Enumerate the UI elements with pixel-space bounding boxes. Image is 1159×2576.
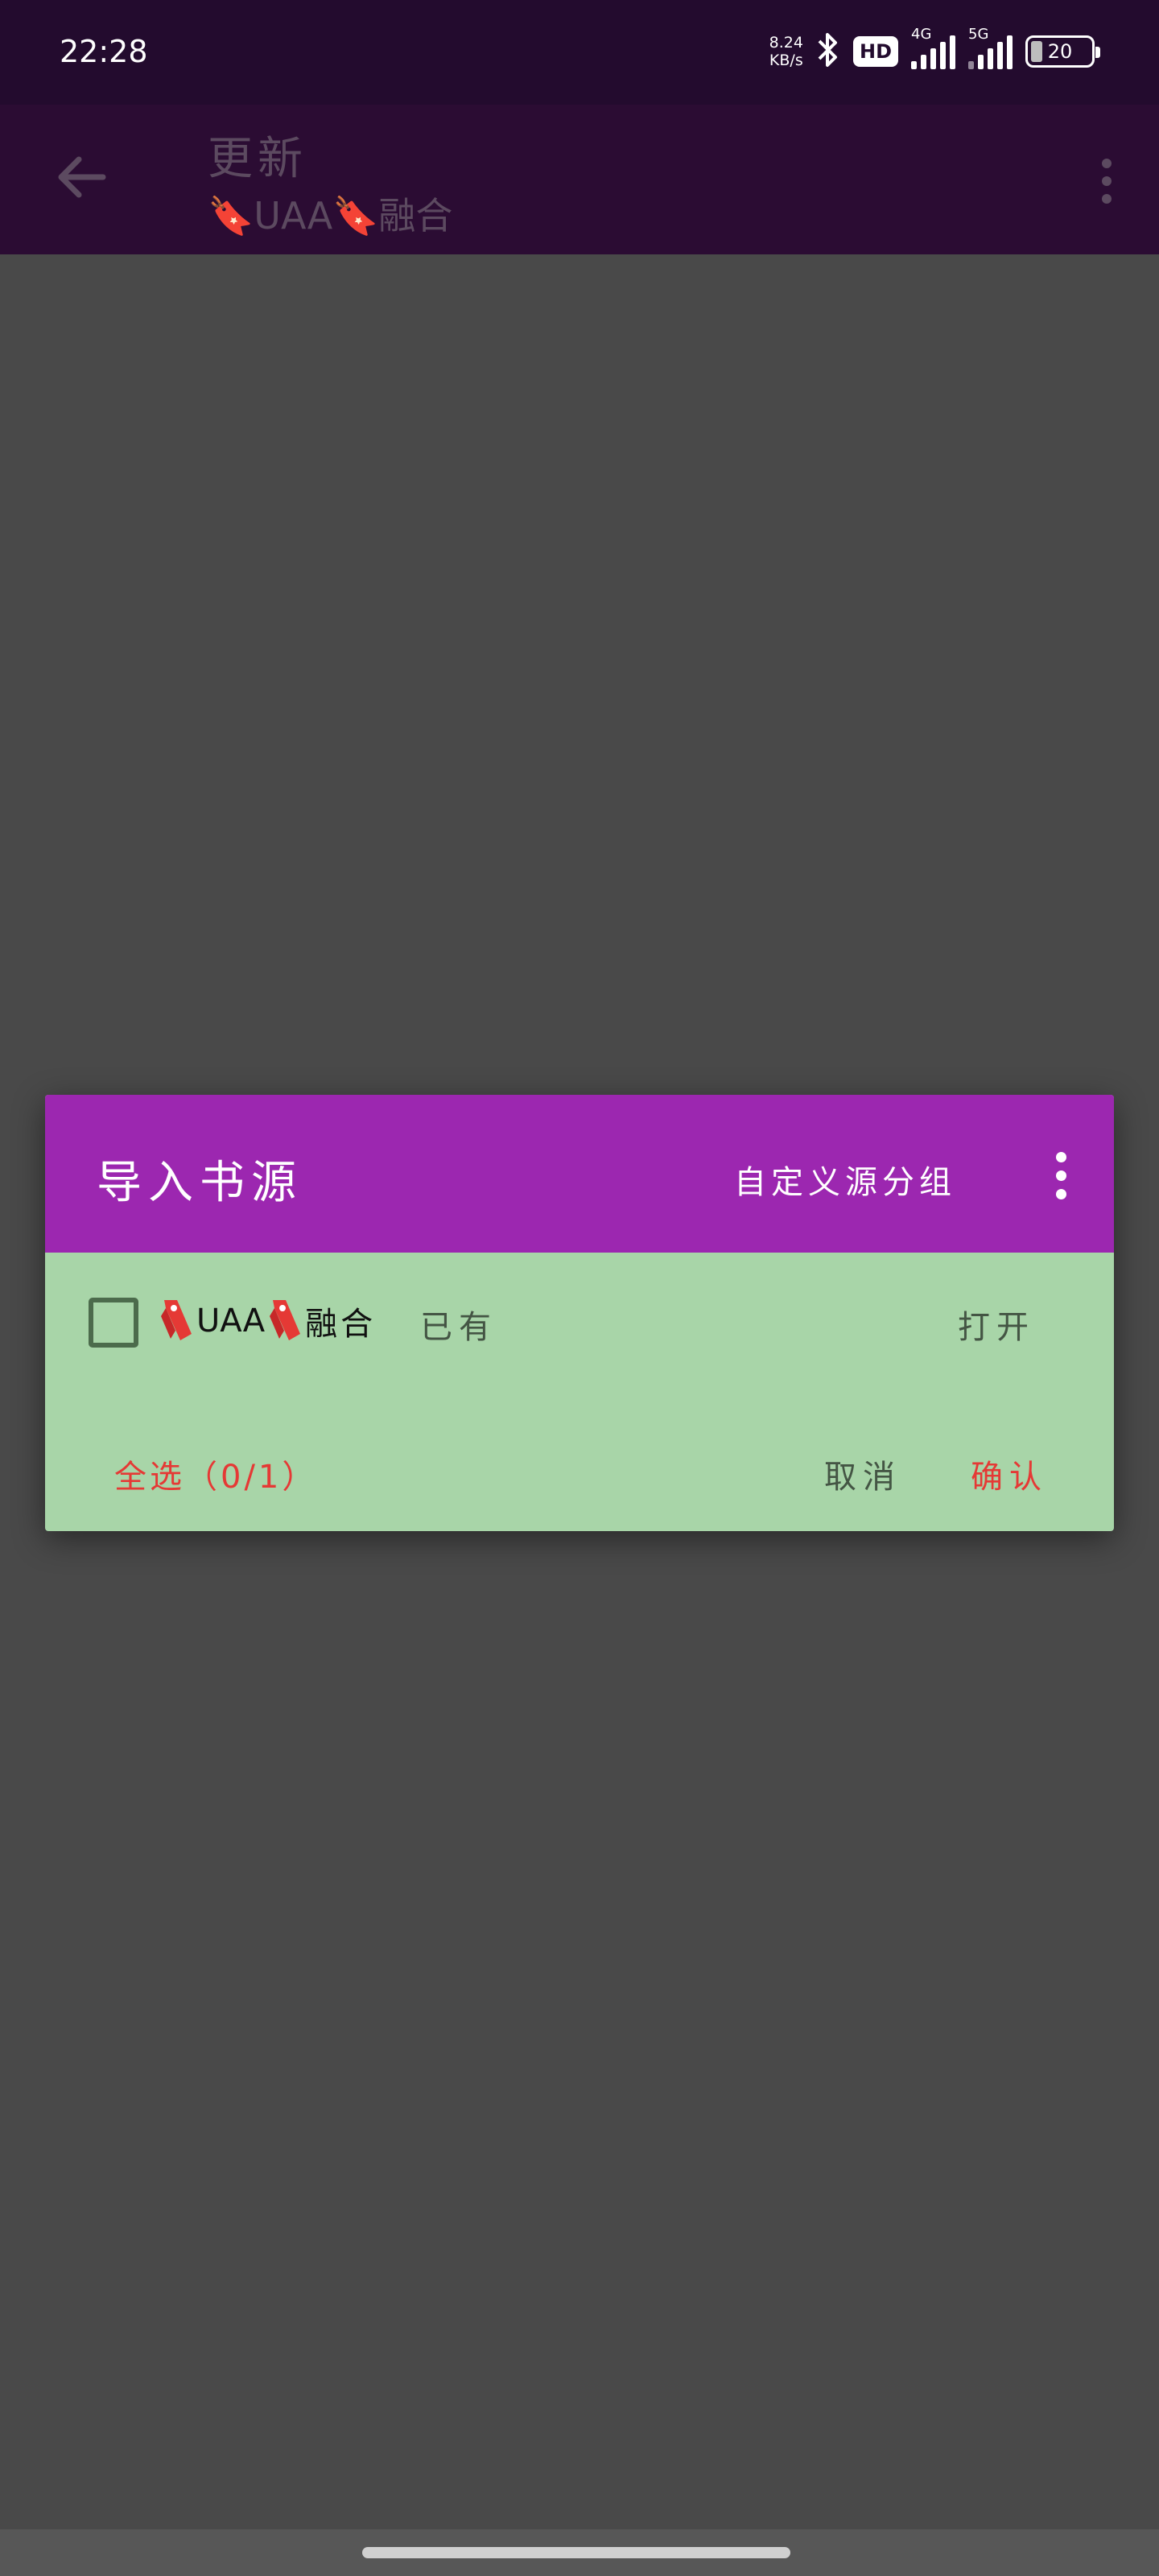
screen: 22:28 8.24 KB/s HD 4G 5G 20 更新 🔖UAA🔖融合 导… (0, 0, 1159, 2576)
cancel-button[interactable]: 取消 (824, 1451, 901, 1497)
home-indicator[interactable] (362, 2547, 790, 2558)
page-subtitle: 🔖UAA🔖融合 (208, 194, 453, 237)
dialog-footer: 全选（0/1） 取消 确认 (45, 1433, 1114, 1513)
status-time: 22:28 (60, 34, 148, 69)
select-all-button[interactable]: 全选（0/1） (114, 1451, 317, 1497)
nav-bar (0, 2529, 1159, 2576)
confirm-button[interactable]: 确认 (971, 1451, 1048, 1497)
status-icons: 8.24 KB/s HD 4G 5G 20 (769, 26, 1100, 74)
bluetooth-icon (816, 31, 840, 72)
more-vert-icon[interactable] (1087, 145, 1127, 217)
open-button[interactable]: 打开 (958, 1301, 1035, 1348)
back-button[interactable] (48, 147, 113, 211)
item-checkbox[interactable] (89, 1298, 138, 1348)
bookmark-tag-icon (156, 1298, 196, 1344)
import-source-dialog: 导入书源 自定义源分组 UAA 融合 已有 打开 全选（0/1） 取消 确认 (45, 1095, 1114, 1531)
hd-badge: HD (852, 36, 898, 67)
signal-icon-2: 5G (968, 26, 1013, 69)
battery-icon: 20 (1025, 35, 1100, 68)
back-arrow-icon (55, 155, 106, 203)
dialog-title: 导入书源 (97, 1157, 303, 1209)
page-title: 更新 (208, 133, 307, 185)
app-bar: 更新 🔖UAA🔖融合 (0, 105, 1159, 254)
item-name: UAA 融合 (156, 1298, 376, 1344)
custom-group-button[interactable]: 自定义源分组 (734, 1156, 956, 1203)
bookmark-tag-icon (265, 1298, 305, 1344)
dialog-more-icon[interactable] (1045, 1137, 1077, 1214)
dialog-header: 导入书源 自定义源分组 (45, 1095, 1114, 1253)
signal-icon: 4G (911, 26, 955, 69)
item-status: 已有 (420, 1309, 497, 1346)
net-speed: 8.24 KB/s (769, 34, 803, 69)
status-bar: 22:28 8.24 KB/s HD 4G 5G 20 (0, 0, 1159, 105)
list-item[interactable]: UAA 融合 已有 打开 (45, 1253, 1114, 1373)
